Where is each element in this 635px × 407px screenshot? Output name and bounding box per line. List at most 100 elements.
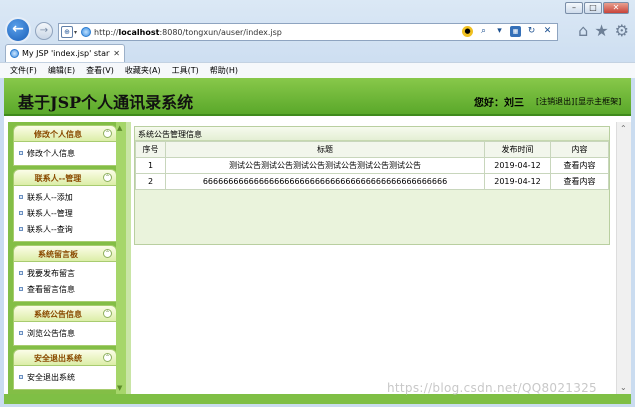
browser-chrome: – □ ✕ ← → ⊕ ▾ http://localhost:8080/tong…: [0, 0, 635, 78]
row-number: 1: [135, 157, 166, 174]
table-row: 2 66666666666666666666666666666666666666…: [135, 173, 609, 190]
gear-icon[interactable]: ⚙: [615, 22, 629, 40]
column-header: 序号: [135, 141, 166, 158]
sidebar-group-header[interactable]: 联系人--管理 ⌃: [13, 169, 117, 186]
sidebar-group-header[interactable]: 系统留言板 ⌃: [13, 245, 117, 262]
column-header: 内容: [550, 141, 609, 158]
menu-file[interactable]: 文件(F): [10, 65, 37, 76]
sidebar-group-title: 系统公告信息: [34, 310, 82, 319]
sidebar-group-body: 联系人--添加 联系人--管理 联系人--查询: [13, 186, 117, 242]
sidebar-group-header[interactable]: 系统公告信息 ⌃: [13, 305, 117, 322]
tab-close-icon[interactable]: ✕: [113, 49, 120, 58]
row-title: 测试公告测试公告测试公告测试公告测试公告测试公告: [165, 157, 485, 174]
compat-view-icon[interactable]: ▦: [510, 26, 521, 37]
row-title: 6666666666666666666666666666666666666666…: [165, 173, 485, 190]
bullet-icon: [19, 271, 23, 275]
arrow-down-icon: ▼: [117, 384, 123, 392]
sidebar-item-view-messages[interactable]: 查看留言信息: [14, 281, 116, 297]
home-icon[interactable]: ⌂: [578, 22, 588, 40]
accelerator-icon[interactable]: ●: [462, 26, 473, 37]
sidebar-group-body: 我要发布留言 查看留言信息: [13, 262, 117, 302]
sidebar-group-title: 系统留言板: [38, 250, 78, 259]
collapse-icon[interactable]: ⌃: [103, 309, 112, 318]
window-controls: – □ ✕: [565, 2, 629, 14]
sidebar: 修改个人信息 ⌃ 修改个人信息 联系人--管理 ⌃ 联系人--添加 联系人--管…: [8, 122, 126, 394]
bullet-icon: [19, 287, 23, 291]
sidebar-group-title: 安全退出系统: [34, 354, 82, 363]
sidebar-group-body: 浏览公告信息: [13, 322, 117, 346]
bullet-icon: [19, 227, 23, 231]
sidebar-group-title: 修改个人信息: [34, 130, 82, 139]
sidebar-item-post-message[interactable]: 我要发布留言: [14, 265, 116, 281]
vertical-scrollbar[interactable]: ⌃ ⌄: [616, 122, 631, 394]
sidebar-group-title: 联系人--管理: [34, 174, 82, 183]
forward-button[interactable]: →: [35, 22, 53, 40]
greeting: 您好：刘三: [474, 98, 524, 109]
sidebar-item-logout[interactable]: 安全退出系统: [14, 369, 116, 385]
column-header: 标题: [165, 141, 485, 158]
collapse-icon[interactable]: ⌃: [103, 249, 112, 258]
menu-bar: 文件(F) 编辑(E) 查看(V) 收藏夹(A) 工具(T) 帮助(H): [0, 62, 635, 78]
sidebar-group-header[interactable]: 安全退出系统 ⌃: [13, 349, 117, 366]
collapse-icon[interactable]: ⌃: [103, 129, 112, 138]
menu-edit[interactable]: 编辑(E): [48, 65, 75, 76]
row-date: 2019-04-12: [484, 173, 551, 190]
tab-label: My JSP 'index.jsp' startin...: [22, 49, 110, 58]
bullet-icon: [19, 151, 23, 155]
refresh-icon[interactable]: ↻: [526, 26, 537, 37]
menu-view[interactable]: 查看(V): [86, 65, 114, 76]
chevron-down-icon[interactable]: ▾: [74, 29, 77, 36]
arrow-up-icon: ▲: [117, 124, 123, 132]
view-content-link[interactable]: 查看内容: [550, 157, 609, 174]
main-content: 系统公告管理信息 序号 标题 发布时间 内容 1 测试公告测试公告测试公告测试公…: [126, 122, 616, 394]
bullet-icon: [19, 375, 23, 379]
notice-table: 序号 标题 发布时间 内容 1 测试公告测试公告测试公告测试公告测试公告测试公告…: [135, 141, 609, 190]
window-frame-right: [631, 78, 635, 407]
logout-link[interactable]: [注销退出]: [536, 96, 574, 107]
bullet-icon: [19, 331, 23, 335]
sidebar-group-body: 修改个人信息: [13, 142, 117, 166]
minimize-icon[interactable]: –: [565, 2, 583, 14]
search-icon[interactable]: ⌕: [478, 26, 489, 37]
menu-favorites[interactable]: 收藏夹(A): [125, 65, 161, 76]
scroll-up-icon[interactable]: ⌃: [620, 124, 627, 133]
bullet-icon: [19, 195, 23, 199]
bullet-icon: [19, 211, 23, 215]
app-header: 基于JSP个人通讯录系统 您好：刘三 [注销退出] [显示主框架]: [4, 78, 631, 116]
address-tools: ● ⌕ ▾ ▦ ↻ ✕: [462, 26, 553, 37]
collapse-icon[interactable]: ⌃: [103, 173, 112, 182]
table-empty-area: [135, 190, 609, 244]
browser-right-icons: ⌂ ★ ⚙: [578, 22, 629, 40]
sidebar-toggle-strip[interactable]: ▲ ▼: [116, 122, 126, 394]
sidebar-item-contact-manage[interactable]: 联系人--管理: [14, 205, 116, 221]
favorites-star-icon[interactable]: ★: [594, 22, 608, 40]
row-number: 2: [135, 173, 166, 190]
back-button[interactable]: ←: [5, 17, 31, 43]
show-frame-link[interactable]: [显示主框架]: [575, 96, 621, 107]
page-icon: [10, 49, 19, 58]
close-icon[interactable]: ✕: [603, 2, 629, 14]
compat-shield-icon[interactable]: ⊕: [61, 26, 73, 38]
browser-tab[interactable]: My JSP 'index.jsp' startin... ✕: [5, 44, 125, 62]
sidebar-menu: 修改个人信息 ⌃ 修改个人信息 联系人--管理 ⌃ 联系人--添加 联系人--管…: [13, 122, 117, 390]
dropdown-icon[interactable]: ▾: [494, 26, 505, 37]
menu-help[interactable]: 帮助(H): [210, 65, 238, 76]
window-frame-left: [0, 78, 4, 407]
view-content-link[interactable]: 查看内容: [550, 173, 609, 190]
notice-panel: 系统公告管理信息 序号 标题 发布时间 内容 1 测试公告测试公告测试公告测试公…: [134, 126, 610, 245]
scroll-down-icon[interactable]: ⌄: [620, 383, 627, 392]
row-date: 2019-04-12: [484, 157, 551, 174]
stop-icon[interactable]: ✕: [542, 26, 553, 37]
sidebar-item-edit-profile[interactable]: 修改个人信息: [14, 145, 116, 161]
page-title: 基于JSP个人通讯录系统: [18, 93, 194, 112]
sidebar-item-contact-add[interactable]: 联系人--添加: [14, 189, 116, 205]
menu-tools[interactable]: 工具(T): [172, 65, 199, 76]
sidebar-item-contact-query[interactable]: 联系人--查询: [14, 221, 116, 237]
sidebar-group-body: 安全退出系统: [13, 366, 117, 390]
sidebar-item-browse-notices[interactable]: 浏览公告信息: [14, 325, 116, 341]
address-url: http://localhost:8080/tongxun/auser/inde…: [94, 27, 282, 37]
maximize-icon[interactable]: □: [584, 2, 602, 14]
collapse-icon[interactable]: ⌃: [103, 353, 112, 362]
sidebar-group-header[interactable]: 修改个人信息 ⌃: [13, 125, 117, 142]
column-header: 发布时间: [484, 141, 551, 158]
